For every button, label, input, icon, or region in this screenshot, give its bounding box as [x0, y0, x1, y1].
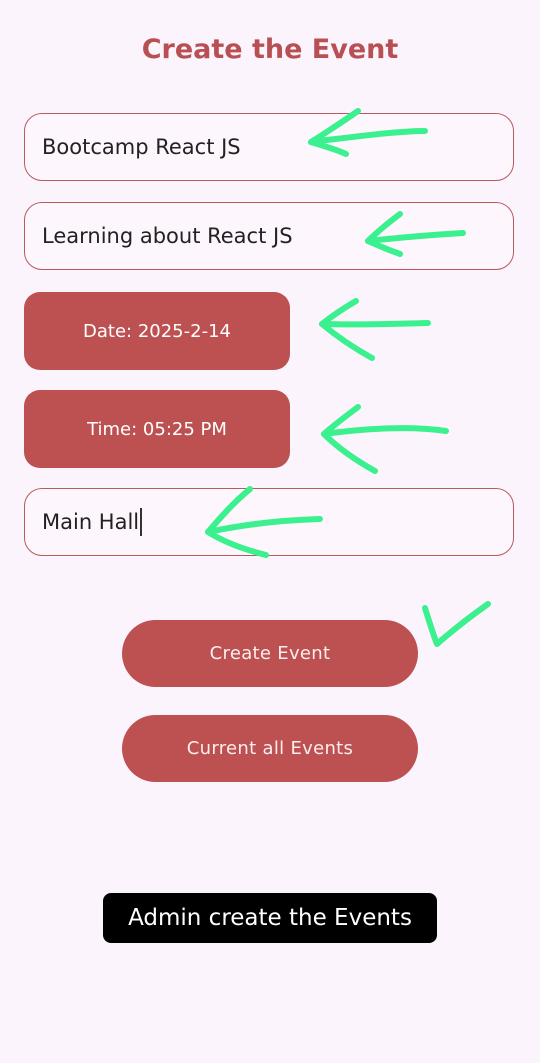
left-arrow-icon	[321, 404, 449, 474]
date-picker-button[interactable]: Date: 2025-2-14	[24, 292, 290, 370]
page-title: Create the Event	[141, 34, 399, 65]
time-button-label: Time: 05:25 PM	[87, 418, 227, 440]
left-arrow-icon	[308, 108, 428, 157]
current-events-label: Current all Events	[186, 738, 354, 759]
description-value: Learning about React JS	[42, 224, 293, 248]
current-events-button[interactable]: Current all Events	[122, 715, 418, 782]
caption-banner: Admin create the Events	[103, 893, 437, 943]
caption-text: Admin create the Events	[128, 905, 412, 931]
event-name-field[interactable]: Bootcamp React JS	[24, 113, 514, 181]
event-name-value: Bootcamp React JS	[42, 135, 241, 159]
checkmark-icon	[422, 601, 491, 647]
location-value: Main Hall	[42, 510, 140, 534]
create-event-label: Create Event	[209, 643, 331, 664]
left-arrow-icon	[319, 298, 431, 361]
time-picker-button[interactable]: Time: 05:25 PM	[24, 390, 290, 468]
left-arrow-icon	[205, 486, 323, 558]
text-cursor	[140, 508, 143, 536]
create-event-button[interactable]: Create Event	[122, 620, 418, 687]
left-arrow-icon	[365, 211, 466, 257]
date-button-label: Date: 2025-2-14	[83, 320, 231, 342]
